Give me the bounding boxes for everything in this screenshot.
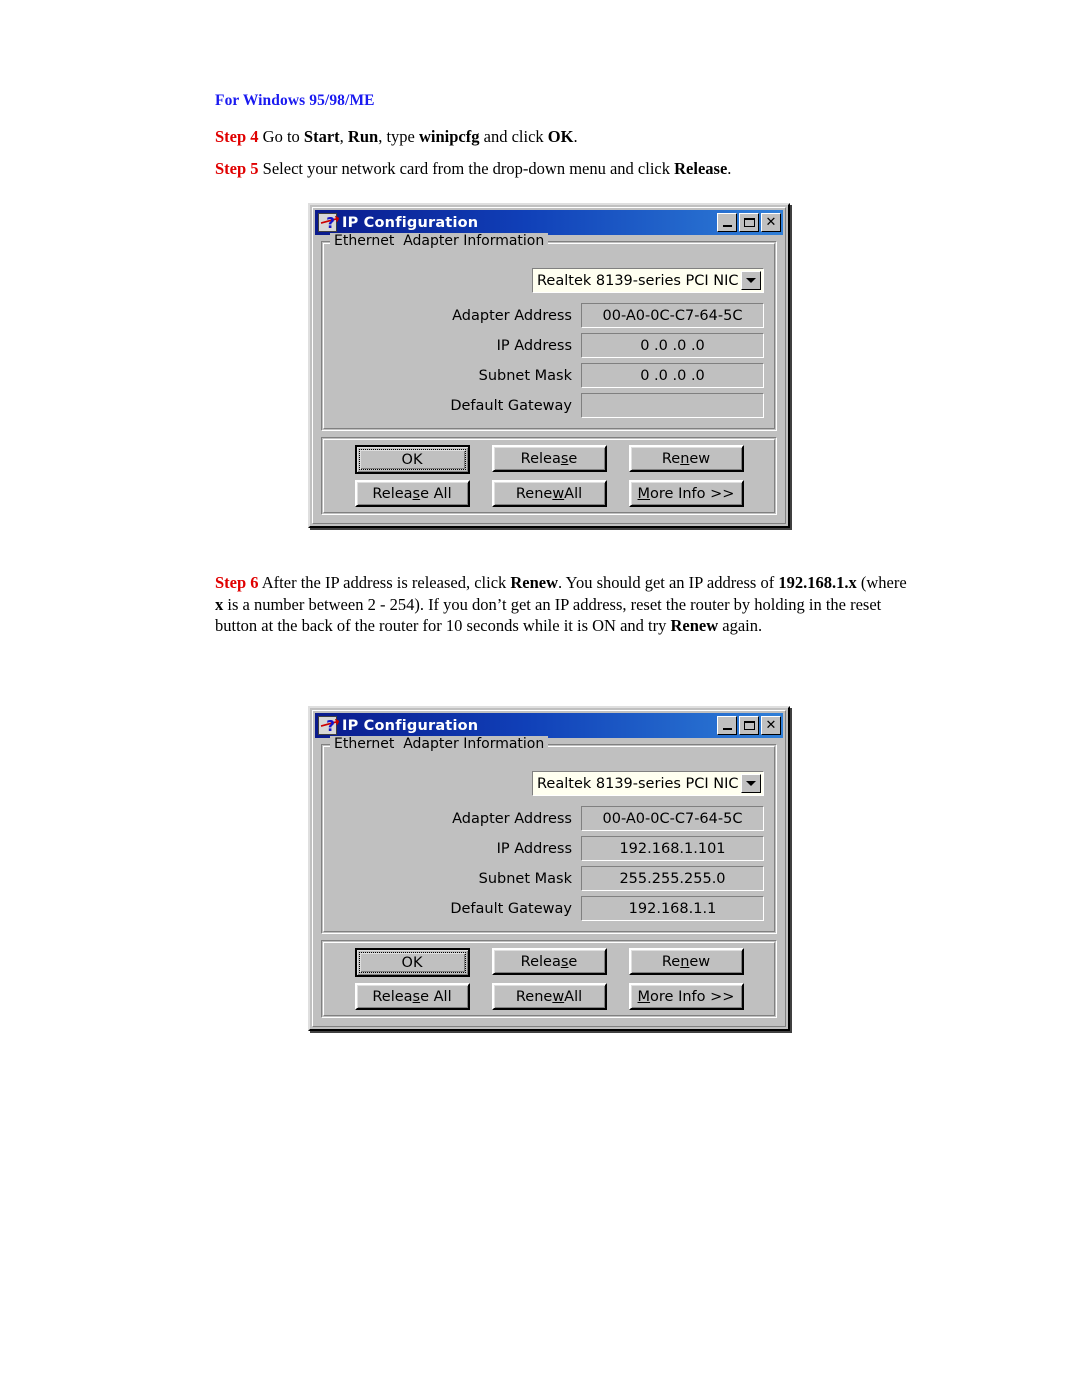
step-6-text: After the IP address is released, click …: [215, 573, 907, 635]
ip-address-label: IP Address: [496, 840, 572, 857]
close-button[interactable]: ✕: [761, 213, 781, 232]
ip-address-label: IP Address: [496, 337, 572, 354]
subnet-mask-label: Subnet Mask: [478, 870, 572, 887]
release-all-button[interactable]: Relea s e All: [354, 983, 470, 1010]
help-arrow-icon: ⟶ ?: [318, 714, 342, 735]
window-controls: ✕: [717, 213, 781, 232]
ok-button-label: OK: [358, 449, 466, 470]
button-panel: OK Relea s e Re n ew Relea s e All Rene w All M…: [321, 437, 777, 515]
adapter-select[interactable]: Realtek 8139-series PCI NIC: [532, 771, 764, 796]
window-controls: ✕: [717, 716, 781, 735]
ethernet-adapter-information-group: Ethernet Adapter Information Realtek 813…: [321, 233, 777, 431]
ip-configuration-window-released[interactable]: ⟶ ? IP Configuration ✕ Ethernet Adapter …: [308, 203, 790, 528]
maximize-button[interactable]: [739, 213, 759, 232]
ok-button[interactable]: OK: [354, 445, 470, 474]
step-6-block: Step 6 After the IP address is released,…: [215, 572, 915, 637]
default-gateway-row: Default Gateway 192.168.1.1: [332, 896, 766, 921]
adapter-select-value: Realtek 8139-series PCI NIC: [537, 272, 739, 289]
ip-address-row: IP Address 192.168.1.101: [332, 836, 766, 861]
maximize-icon: [743, 218, 755, 227]
subnet-mask-row: Subnet Mask 255.255.255.0: [332, 866, 766, 891]
chevron-down-icon[interactable]: [741, 774, 761, 793]
default-gateway-label: Default Gateway: [450, 397, 572, 414]
button-grid: OK Relea s e Re n ew Relea s e All Rene w All M…: [328, 445, 770, 507]
ip-configuration-window-renewed[interactable]: ⟶ ? IP Configuration ✕ Ethernet Adapter …: [308, 706, 790, 1031]
renew-button[interactable]: Re n ew: [628, 948, 744, 975]
window-title: IP Configuration: [342, 214, 479, 231]
adapter-select-row: Realtek 8139-series PCI NIC: [332, 268, 764, 293]
step-4-text: Go to Start, Run, type winipcfg and clic…: [258, 127, 578, 146]
page-title: For Windows 95/98/ME: [215, 92, 375, 109]
adapter-address-value: 00-A0-0C-C7-64-5C: [581, 806, 764, 831]
step-6-paragraph: Step 6 After the IP address is released,…: [215, 572, 915, 637]
step-4-paragraph: Step 4 Go to Start, Run, type winipcfg a…: [215, 126, 905, 147]
ok-button[interactable]: OK: [354, 948, 470, 977]
renew-all-button[interactable]: Rene w All: [491, 983, 607, 1010]
more-info-button[interactable]: More Info >>: [628, 480, 744, 507]
subnet-mask-value: 0 .0 .0 .0: [581, 363, 764, 388]
release-all-button[interactable]: Relea s e All: [354, 480, 470, 507]
adapter-address-label: Adapter Address: [452, 307, 572, 324]
release-button[interactable]: Relea s e: [491, 445, 607, 472]
question-mark-glyph: ?: [326, 717, 335, 735]
default-gateway-label: Default Gateway: [450, 900, 572, 917]
minimize-button[interactable]: [717, 213, 737, 232]
window-title: IP Configuration: [342, 717, 479, 734]
group-box-label: Ethernet Adapter Information: [330, 233, 549, 249]
title-bar[interactable]: ⟶ ? IP Configuration ✕: [315, 210, 783, 235]
step-5-paragraph: Step 5 Select your network card from the…: [215, 158, 905, 179]
default-gateway-value: [581, 393, 764, 418]
minimize-button[interactable]: [717, 716, 737, 735]
chevron-down-icon[interactable]: [741, 271, 761, 290]
question-mark-glyph: ?: [326, 214, 335, 232]
default-gateway-value: 192.168.1.1: [581, 896, 764, 921]
ip-address-row: IP Address 0 .0 .0 .0: [332, 333, 766, 358]
release-button[interactable]: Relea s e: [491, 948, 607, 975]
document-body: For Windows 95/98/ME Step 4 Go to Start,…: [215, 92, 905, 190]
minimize-icon: [722, 225, 732, 227]
renew-button[interactable]: Re n ew: [628, 445, 744, 472]
window-inner-frame: ⟶ ? IP Configuration ✕ Ethernet Adapter …: [312, 207, 786, 524]
title-bar[interactable]: ⟶ ? IP Configuration ✕: [315, 713, 783, 738]
adapter-address-value: 00-A0-0C-C7-64-5C: [581, 303, 764, 328]
renew-all-button[interactable]: Rene w All: [491, 480, 607, 507]
minimize-icon: [722, 728, 732, 730]
adapter-address-row: Adapter Address 00-A0-0C-C7-64-5C: [332, 303, 766, 328]
adapter-select-row: Realtek 8139-series PCI NIC: [332, 771, 764, 796]
step-5-label: Step 5: [215, 159, 259, 178]
subnet-mask-value: 255.255.255.0: [581, 866, 764, 891]
step-6-label: Step 6: [215, 573, 259, 592]
help-arrow-icon: ⟶ ?: [318, 211, 342, 232]
default-gateway-row: Default Gateway: [332, 393, 766, 418]
step-5-text: Select your network card from the drop-d…: [258, 159, 732, 178]
more-info-button[interactable]: More Info >>: [628, 983, 744, 1010]
close-icon: ✕: [765, 718, 777, 733]
maximize-icon: [743, 721, 755, 730]
group-box-label: Ethernet Adapter Information: [330, 736, 549, 752]
adapter-address-label: Adapter Address: [452, 810, 572, 827]
ethernet-adapter-information-group: Ethernet Adapter Information Realtek 813…: [321, 736, 777, 934]
close-icon: ✕: [765, 215, 777, 230]
step-4-label: Step 4: [215, 127, 259, 146]
adapter-address-row: Adapter Address 00-A0-0C-C7-64-5C: [332, 806, 766, 831]
ip-address-value: 0 .0 .0 .0: [581, 333, 764, 358]
subnet-mask-row: Subnet Mask 0 .0 .0 .0: [332, 363, 766, 388]
window-inner-frame: ⟶ ? IP Configuration ✕ Ethernet Adapter …: [312, 710, 786, 1027]
maximize-button[interactable]: [739, 716, 759, 735]
adapter-select-value: Realtek 8139-series PCI NIC: [537, 775, 739, 792]
button-panel: OK Relea s e Re n ew Relea s e All Rene w All M…: [321, 940, 777, 1018]
subnet-mask-label: Subnet Mask: [478, 367, 572, 384]
adapter-select[interactable]: Realtek 8139-series PCI NIC: [532, 268, 764, 293]
ok-button-label: OK: [358, 952, 466, 973]
ip-address-value: 192.168.1.101: [581, 836, 764, 861]
button-grid: OK Relea s e Re n ew Relea s e All Rene w All M…: [328, 948, 770, 1010]
close-button[interactable]: ✕: [761, 716, 781, 735]
